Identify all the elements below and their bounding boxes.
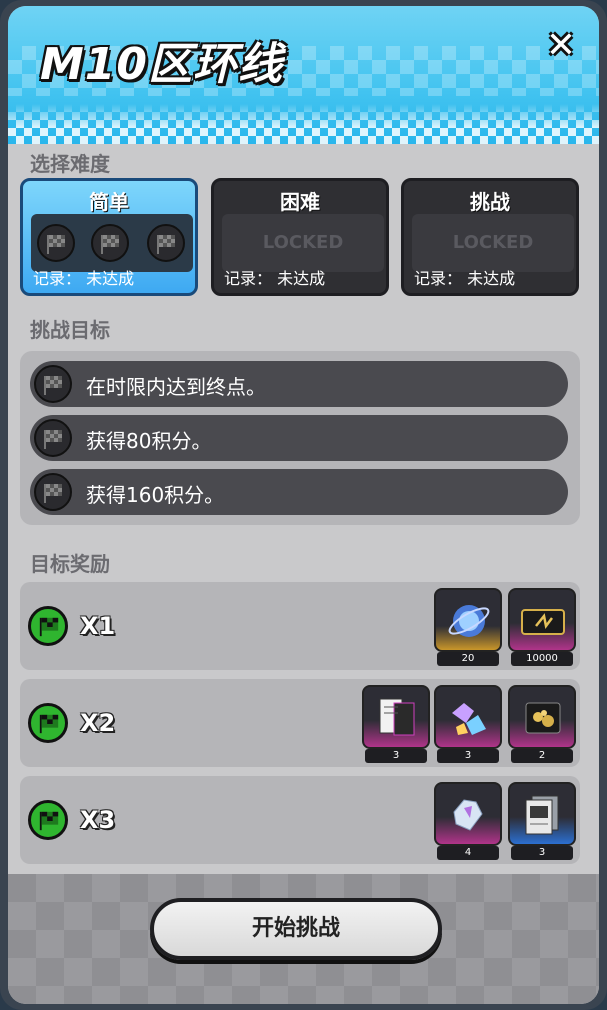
reward-multiplier: X3 (80, 806, 116, 834)
locked-text: LOCKED (452, 232, 534, 253)
difficulty-challenge-card[interactable]: 挑战 LOCKED 记录： 未达成 (401, 178, 579, 296)
crystal-shards-icon (434, 685, 502, 749)
checkered-flag-icon (34, 419, 72, 457)
reward-item[interactable]: 20 (434, 588, 502, 666)
checkered-flag-icon (147, 224, 185, 262)
reward-item[interactable]: 3 (508, 782, 576, 860)
objectives-list: 在时限内达到终点。 获得80积分。 获得160积分。 (20, 351, 580, 525)
difficulty-record: 记录： 未达成 (224, 269, 326, 288)
checkered-flag-icon (91, 224, 129, 262)
document-icon (508, 782, 576, 846)
difficulty-record: 记录： 未达成 (33, 269, 135, 288)
locked-box: LOCKED (222, 214, 384, 272)
reward-tier: X1 20 10000 (20, 582, 580, 670)
difficulty-easy-card[interactable]: 简单 记录： 未达成 (20, 178, 198, 296)
green-flag-icon (28, 800, 68, 840)
reward-quantity: 3 (511, 846, 573, 860)
reward-multiplier: X1 (80, 612, 116, 640)
reward-quantity: 3 (365, 749, 427, 763)
reward-item[interactable]: 3 (434, 685, 502, 763)
reward-quantity: 20 (437, 652, 499, 666)
difficulty-record: 记录： 未达成 (414, 269, 516, 288)
objective-item: 在时限内达到终点。 (30, 361, 568, 407)
diamond-icon (434, 782, 502, 846)
reward-quantity: 10000 (511, 652, 573, 666)
rewards-label: 目标奖励 (30, 552, 110, 576)
checkered-flag-icon (34, 365, 72, 403)
difficulty-name: 简单 (89, 190, 129, 214)
difficulty-name: 挑战 (470, 190, 510, 214)
checkered-flag-icon (34, 473, 72, 511)
checkered-flag-icon (37, 224, 75, 262)
locked-box: LOCKED (412, 214, 574, 272)
objective-text: 获得160积分。 (86, 483, 225, 507)
reward-item[interactable]: 4 (434, 782, 502, 860)
ticket-icon (508, 588, 576, 652)
header: M10区环线 ✕ (8, 6, 599, 144)
locked-text: LOCKED (262, 232, 344, 253)
sphere-icon (434, 588, 502, 652)
reward-tier: X2 3 3 2 (20, 679, 580, 767)
reward-item[interactable]: 3 (362, 685, 430, 763)
objective-text: 在时限内达到终点。 (86, 375, 266, 399)
blueprint-icon (362, 685, 430, 749)
reward-tier: X3 4 3 (20, 776, 580, 864)
reward-item[interactable]: 10000 (508, 588, 576, 666)
close-button[interactable]: ✕ (541, 26, 581, 66)
green-flag-icon (28, 703, 68, 743)
reward-quantity: 4 (437, 846, 499, 860)
objective-text: 获得80积分。 (86, 429, 212, 453)
star-slots (31, 214, 193, 272)
objectives-label: 挑战目标 (30, 318, 110, 342)
reward-item[interactable]: 2 (508, 685, 576, 763)
reward-multiplier: X2 (80, 709, 116, 737)
start-challenge-button[interactable]: 开始挑战 (150, 898, 442, 960)
objective-item: 获得160积分。 (30, 469, 568, 515)
dialog-panel: M10区环线 ✕ 选择难度 简单 记录： 未达成 困难 LOCKED 记录： 未… (8, 6, 599, 1004)
reward-quantity: 3 (437, 749, 499, 763)
difficulty-label: 选择难度 (30, 152, 110, 176)
header-checker-stripe (8, 104, 599, 144)
difficulty-name: 困难 (280, 190, 320, 214)
page-title: M10区环线 (40, 39, 284, 90)
green-flag-icon (28, 606, 68, 646)
difficulty-hard-card[interactable]: 困难 LOCKED 记录： 未达成 (211, 178, 389, 296)
reward-quantity: 2 (511, 749, 573, 763)
objective-item: 获得80积分。 (30, 415, 568, 461)
gold-box-icon (508, 685, 576, 749)
